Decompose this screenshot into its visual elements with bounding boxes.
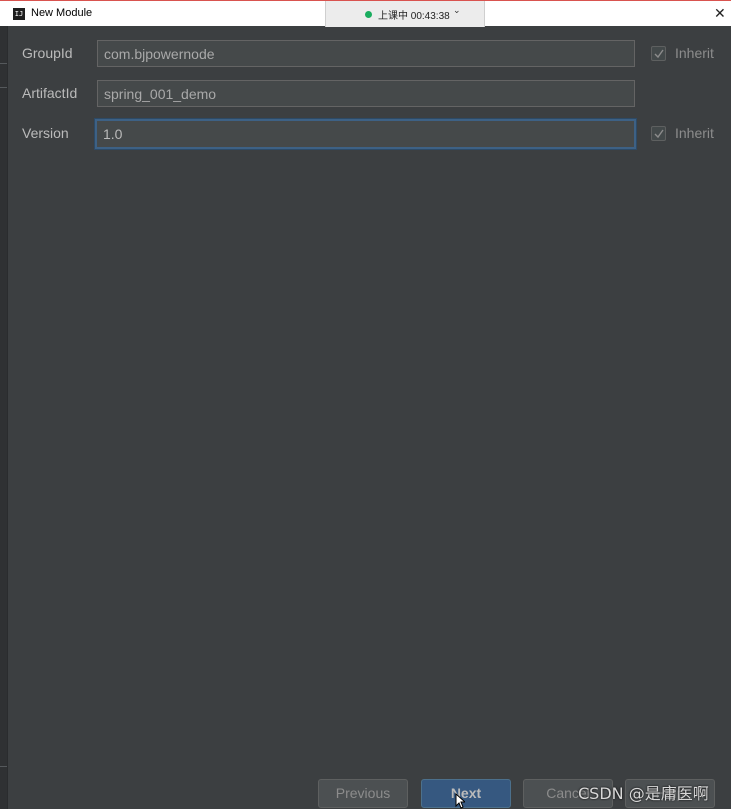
meeting-status-text: 上课中 00:43:38	[378, 11, 450, 22]
checkbox-checked-icon[interactable]	[651, 46, 666, 61]
window-title: New Module	[31, 7, 93, 19]
recording-dot-icon	[365, 11, 372, 18]
group-id-label: GroupId	[22, 45, 73, 61]
previous-button[interactable]: Previous	[318, 779, 408, 808]
meeting-status-chip[interactable]: 上课中 00:43:38 ⌄	[325, 1, 485, 27]
group-id-input[interactable]	[97, 40, 635, 67]
mouse-cursor-icon	[455, 793, 465, 809]
artifact-id-label: ArtifactId	[22, 85, 78, 101]
next-button[interactable]: Next	[421, 779, 511, 808]
window-title-bar: IJ New Module 上课中 00:43:38 ⌄ ✕	[0, 0, 731, 27]
chevron-down-icon[interactable]: ⌄	[453, 6, 461, 16]
version-inherit-label: Inherit	[675, 125, 714, 141]
intellij-icon: IJ	[13, 8, 25, 20]
group-id-inherit-label: Inherit	[675, 45, 714, 61]
checkbox-checked-icon[interactable]	[651, 126, 666, 141]
close-icon[interactable]: ✕	[714, 5, 726, 22]
version-label: Version	[22, 125, 69, 141]
artifact-id-input[interactable]	[97, 80, 635, 107]
version-input[interactable]	[95, 119, 636, 149]
background-window-edge	[0, 26, 8, 809]
watermark: CSDN @是庸医啊	[578, 784, 709, 803]
